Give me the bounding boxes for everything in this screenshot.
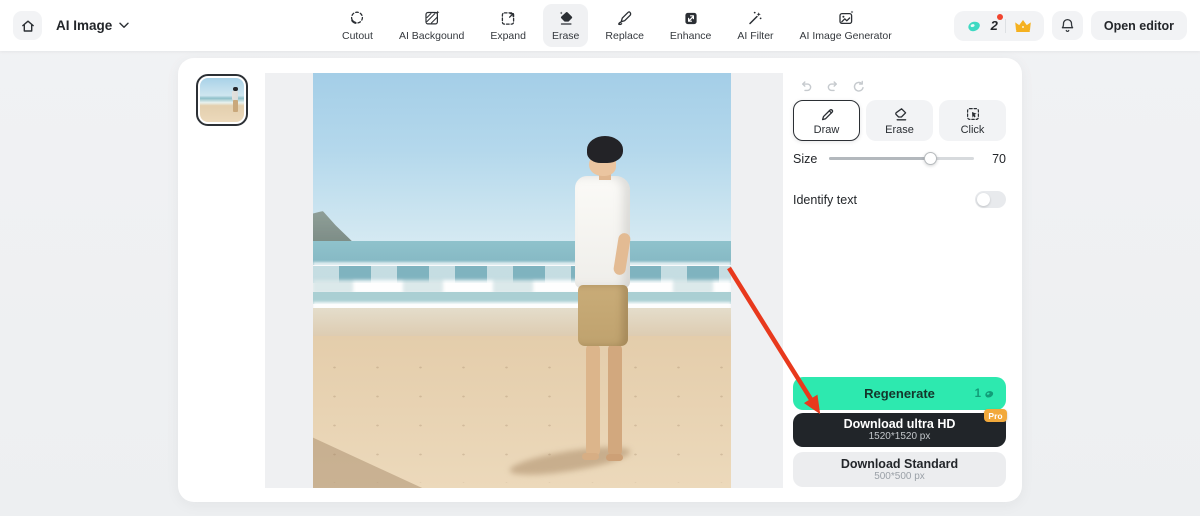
reset-icon[interactable] [850, 78, 867, 95]
tab-expand[interactable]: Expand [481, 4, 535, 47]
tab-label: Expand [490, 30, 526, 42]
enhance-icon [682, 9, 700, 27]
home-button[interactable] [13, 11, 42, 40]
credit-cost-icon [983, 388, 996, 400]
mode-buttons: Draw Erase Click [793, 100, 1006, 141]
tab-ai-background[interactable]: AI Backgound [390, 4, 473, 47]
thumbnail-preview [200, 78, 244, 122]
chevron-down-icon [119, 22, 129, 29]
tab-label: AI Filter [737, 30, 774, 42]
regenerate-label: Regenerate [864, 386, 935, 401]
ai-filter-icon [746, 9, 764, 27]
download-standard-resolution: 500*500 px [874, 470, 925, 482]
regenerate-button[interactable]: Regenerate 1 [793, 377, 1006, 410]
app-menu-label: AI Image [56, 18, 113, 33]
tab-label: Enhance [669, 30, 712, 42]
download-hd-label: Download ultra HD [843, 417, 956, 431]
mode-draw-button[interactable]: Draw [793, 100, 860, 141]
tab-cutout[interactable]: Cutout [333, 4, 382, 47]
size-row: Size 70 [793, 150, 1006, 167]
download-standard-button[interactable]: Download Standard 500*500 px [793, 452, 1006, 487]
crown-icon [1013, 17, 1033, 34]
mode-label: Erase [885, 123, 914, 136]
tab-erase[interactable]: Erase [542, 4, 589, 47]
tab-label: AI Backgound [398, 30, 465, 42]
divider [1004, 18, 1006, 33]
history-controls [798, 78, 867, 95]
tab-label: Erase [551, 30, 580, 42]
size-label: Size [793, 151, 818, 166]
tab-replace[interactable]: Replace [596, 4, 653, 47]
editor-card: Draw Erase Click Size 70 Identify text R… [178, 58, 1022, 502]
feature-tabs: Cutout AI Backgound Expand Erase Replace… [333, 0, 901, 51]
undo-button[interactable] [798, 78, 815, 95]
download-hd-resolution: 1520*1520 px [868, 431, 931, 442]
home-icon [20, 18, 36, 34]
tab-enhance[interactable]: Enhance [661, 4, 720, 47]
identify-text-toggle[interactable] [975, 191, 1006, 208]
identify-text-label: Identify text [793, 192, 857, 207]
notification-dot [996, 14, 1003, 20]
topbar-right: 2 Open editor [953, 0, 1187, 51]
tool-panel: Draw Erase Click Size 70 Identify text R… [793, 58, 1007, 502]
mode-click-button[interactable]: Click [939, 100, 1006, 141]
redo-button[interactable] [824, 78, 841, 95]
open-editor-label: Open editor [1103, 18, 1174, 33]
regenerate-cost: 1 [975, 377, 996, 410]
mode-label: Click [960, 123, 985, 136]
expand-icon [499, 9, 517, 27]
credits-pill[interactable]: 2 [953, 10, 1044, 41]
tab-ai-filter[interactable]: AI Filter [728, 4, 782, 47]
replace-icon [616, 9, 634, 27]
topbar: AI Image Cutout AI Backgound Expand Eras… [0, 0, 1200, 51]
notifications-button[interactable] [1051, 11, 1083, 40]
tab-label: Replace [605, 30, 644, 42]
mode-erase-button[interactable]: Erase [866, 100, 933, 141]
open-editor-button[interactable]: Open editor [1090, 11, 1187, 40]
download-ultra-hd-button[interactable]: Download ultra HD 1520*1520 px Pro [793, 409, 1007, 447]
tab-label: Cutout [342, 30, 373, 42]
tab-ai-image-generator[interactable]: AI Image Generator [791, 4, 901, 47]
size-value: 70 [992, 151, 1006, 166]
download-standard-label: Download Standard [840, 456, 959, 471]
identify-text-row: Identify text [793, 191, 1006, 208]
tab-label: AI Image Generator [799, 30, 892, 42]
bell-icon [1059, 17, 1076, 34]
draw-icon [819, 106, 835, 122]
erase-canvas-image[interactable] [313, 73, 731, 488]
eraser-icon [892, 106, 908, 122]
pro-badge: Pro [984, 409, 1007, 422]
ai-background-icon [423, 9, 441, 27]
mode-label: Draw [813, 123, 840, 136]
cutout-icon [348, 9, 366, 27]
size-slider[interactable] [829, 152, 974, 165]
canvas-area [265, 73, 783, 488]
click-cursor-icon [965, 106, 981, 122]
photo-sky [313, 73, 731, 245]
erase-icon [557, 9, 575, 27]
image-thumbnail[interactable] [196, 74, 248, 126]
size-slider-knob[interactable] [924, 152, 937, 165]
credits-count: 2 [991, 14, 1003, 33]
app-menu[interactable]: AI Image [56, 0, 129, 51]
coin-icon [965, 18, 984, 34]
ai-image-generator-icon [837, 9, 855, 27]
app-root: AI Image Cutout AI Backgound Expand Eras… [0, 0, 1200, 516]
